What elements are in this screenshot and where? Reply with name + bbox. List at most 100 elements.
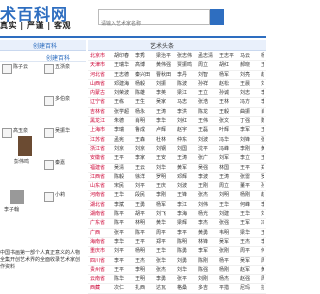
artist-portrait[interactable] [10, 190, 24, 204]
artist-link[interactable]: 王涛 [156, 108, 177, 115]
artist-link[interactable]: 吴强 [198, 164, 219, 171]
artist-link[interactable]: 刘钢 [156, 145, 177, 152]
artist-link[interactable]: 张雷 [240, 173, 261, 180]
artist-link[interactable]: 王栋 [114, 98, 135, 105]
artist-link[interactable]: 黄平 [261, 266, 264, 273]
artist-link[interactable]: 周明 [261, 257, 264, 264]
artist-thumb[interactable]: 多伯泉 [44, 96, 84, 130]
artist-link[interactable]: 王华 [114, 191, 135, 198]
artist-link[interactable]: 孟志清 [198, 52, 219, 59]
artist-link[interactable]: 梁治平 [156, 52, 177, 59]
artist-link[interactable]: 韦明 [219, 229, 240, 236]
artist-link[interactable]: 王安 [156, 154, 177, 161]
region-label[interactable]: 云南省 [90, 275, 114, 282]
artist-link[interactable]: 刘伟 [198, 201, 219, 208]
artist-link[interactable]: 吴清 [114, 164, 135, 171]
region-label[interactable]: 福建省 [90, 164, 114, 171]
artist-link[interactable]: 陈龙 [198, 108, 219, 115]
artist-link[interactable]: 邓辉 [177, 173, 198, 180]
artist-link[interactable]: 杨刚 [240, 191, 261, 198]
region-label[interactable]: 河北省 [90, 71, 114, 78]
artist-link[interactable]: 林明 [135, 219, 156, 226]
artist-link[interactable]: 刘建 [219, 210, 240, 217]
artist-link[interactable]: 李丹 [177, 71, 198, 78]
artist-link[interactable]: 李平 [114, 257, 135, 264]
artist-link[interactable]: 李波 [198, 173, 219, 180]
artist-link[interactable]: 肖峰 [261, 108, 264, 115]
artist-link[interactable]: 王磊 [198, 126, 219, 133]
artist-link[interactable]: 梁辉 [177, 219, 198, 226]
artist-link[interactable]: 何强 [261, 247, 264, 254]
artist-link[interactable]: 李英 [156, 89, 177, 96]
artist-link[interactable]: 王辉 [261, 154, 264, 161]
artist-link[interactable]: 李华 [156, 117, 177, 124]
artist-link[interactable]: 刘雄 [261, 80, 264, 87]
artist-link[interactable]: 张杰 [198, 191, 219, 198]
artist-link[interactable]: 卢辉 [156, 126, 177, 133]
artist-link[interactable]: 刘平 [135, 182, 156, 189]
artist-link[interactable]: 陈强 [198, 266, 219, 273]
artist-link[interactable]: 张强 [219, 219, 240, 226]
artist-link[interactable]: 李勇 [156, 275, 177, 282]
artist-link[interactable]: 郝晓 [240, 61, 261, 68]
artist-link[interactable]: 平措 [219, 284, 240, 291]
artist-link[interactable]: 秦兴田 [135, 71, 156, 78]
artist-link[interactable]: 黄勇 [198, 229, 219, 236]
artist-link[interactable]: 吴家 [156, 98, 177, 105]
artist-link[interactable]: 刘京 [114, 145, 135, 152]
artist-link[interactable]: 刘波 [177, 182, 198, 189]
artist-link[interactable]: 张杰 [156, 266, 177, 273]
artist-link[interactable]: 罗平 [261, 173, 264, 180]
artist-link[interactable]: 李华 [114, 238, 135, 245]
artist-link[interactable]: 何峰 [240, 201, 261, 208]
artist-link[interactable]: 王锋 [177, 191, 198, 198]
region-label[interactable]: 广东省 [90, 219, 114, 226]
artist-link[interactable]: 赵书 [261, 71, 264, 78]
artist-link[interactable]: 梁江 [177, 89, 198, 96]
artist-link[interactable]: 张刚 [219, 247, 240, 254]
artist-link[interactable]: 李刚 [156, 191, 177, 198]
region-label[interactable]: 江苏省 [90, 136, 114, 143]
artist-link[interactable]: 王志德 [114, 71, 135, 78]
artist-link[interactable]: 李秀 [135, 52, 156, 59]
artist-link[interactable]: 李刚 [261, 238, 264, 245]
artist-link[interactable]: 陈华 [114, 275, 135, 282]
region-label[interactable]: 北京市 [90, 52, 114, 59]
artist-link[interactable]: 杨军 [156, 201, 177, 208]
artist-link[interactable]: 赵强 [240, 275, 261, 282]
artist-link[interactable]: 陈勇 [177, 247, 198, 254]
artist-link[interactable]: 刘智 [198, 71, 219, 78]
artist-link[interactable]: 杨光 [198, 210, 219, 217]
artist-link[interactable]: 王华 [240, 210, 261, 217]
artist-link[interactable]: 黄军 [177, 164, 198, 171]
artist-link[interactable]: 次仁 [114, 284, 135, 291]
artist-link[interactable]: 曹秋田 [156, 71, 177, 78]
artist-link[interactable]: 赵军 [240, 266, 261, 273]
artist-link[interactable]: 王庆 [156, 182, 177, 189]
artist-link[interactable]: 李瑞 [114, 126, 135, 133]
artist-link[interactable]: 杨明 [135, 247, 156, 254]
artist-link[interactable]: 王平 [114, 266, 135, 273]
artist-link[interactable]: 陈刚 [198, 257, 219, 264]
region-label[interactable]: 天津市 [90, 61, 114, 68]
region-label[interactable]: 重庆市 [90, 247, 114, 254]
artist-link[interactable]: 吴军 [240, 257, 261, 264]
artist-link[interactable]: 吴军 [219, 238, 240, 245]
artist-link[interactable]: 王涛 [177, 154, 198, 161]
artist-link[interactable]: 陈雄 [135, 89, 156, 96]
artist-link[interactable]: 王刚 [198, 182, 219, 189]
region-label[interactable]: 河南省 [90, 191, 114, 198]
artist-link[interactable]: 王杰 [240, 238, 261, 245]
artist-link[interactable]: 徐洋 [135, 173, 156, 180]
artist-link[interactable]: 李明 [261, 89, 264, 96]
artist-link[interactable]: 王勇 [135, 201, 156, 208]
artist-link[interactable]: 孙祥 [198, 80, 219, 87]
artist-link[interactable]: 李平 [261, 201, 264, 208]
region-label[interactable]: 黑龙江 [90, 117, 114, 124]
artist-link[interactable]: 王生 [135, 98, 156, 105]
artist-link[interactable]: 李杰 [198, 219, 219, 226]
artist-link[interactable]: 李海 [177, 210, 198, 217]
artist-link[interactable]: 王森 [135, 136, 156, 143]
artist-link[interactable]: 王海波 [261, 61, 264, 68]
artist-link[interactable]: 杨刚 [219, 266, 240, 273]
